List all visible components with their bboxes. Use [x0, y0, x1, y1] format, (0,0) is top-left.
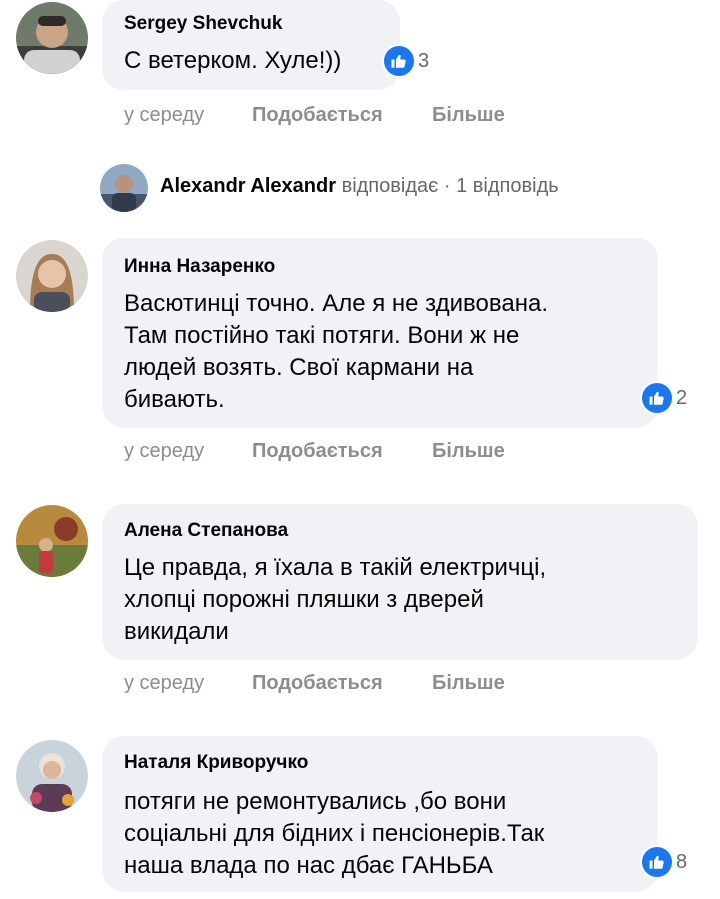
avatar-inna-nazarenko[interactable]	[16, 240, 88, 312]
comment-author[interactable]: Наталя Криворучко	[124, 752, 308, 774]
reaction-badge[interactable]: 3	[382, 44, 436, 78]
comment-actions: у середу Подобається Більше	[124, 440, 544, 466]
comment-text: потяги не ремонтувались ,бо вони соціаль…	[124, 788, 545, 879]
comment-author[interactable]: Инна Назаренко	[124, 256, 275, 278]
comment-actions: у середу Подобається Більше	[124, 672, 544, 698]
comment-author[interactable]: Алена Степанова	[124, 520, 288, 542]
avatar-alena-stepanova[interactable]	[16, 505, 88, 577]
comment-text: Васютинці точно. Але я не здивована. Там…	[124, 290, 548, 413]
comment-timestamp[interactable]: у середу	[124, 672, 204, 695]
reaction-badge[interactable]: 2	[640, 381, 694, 415]
comment-text: Це правда, я їхала в такій електричці, х…	[124, 554, 547, 645]
comment-author[interactable]: Sergey Shevchuk	[124, 13, 282, 35]
reaction-badge[interactable]: 8	[640, 845, 694, 879]
thumbs-up-icon	[384, 46, 414, 76]
reaction-count: 2	[676, 386, 688, 409]
reply-separator: ·	[443, 175, 451, 197]
like-button[interactable]: Подобається	[252, 440, 383, 463]
more-button[interactable]: Більше	[432, 440, 505, 463]
reply-author: Alexandr Alexandr	[160, 175, 336, 197]
thumbs-up-icon	[642, 847, 672, 877]
comment-timestamp[interactable]: у середу	[124, 104, 204, 127]
comment-timestamp[interactable]: у середу	[124, 440, 204, 463]
reply-verb: відповідає	[341, 175, 439, 197]
like-button[interactable]: Подобається	[252, 672, 383, 695]
reply-count: 1 відповідь	[456, 175, 559, 197]
comment-text: С ветерком. Хуле!))	[124, 47, 342, 74]
like-button[interactable]: Подобається	[252, 104, 383, 127]
thumbs-up-icon	[642, 383, 672, 413]
more-button[interactable]: Більше	[432, 672, 505, 695]
comment-actions: у середу Подобається Більше	[124, 104, 544, 130]
more-button[interactable]: Більше	[432, 104, 505, 127]
reaction-count: 3	[418, 49, 430, 72]
avatar-natalya-kryvoruchko[interactable]	[16, 740, 88, 812]
reply-thread-link[interactable]: Alexandr Alexandr відповідає · 1 відпові…	[160, 175, 559, 198]
reaction-count: 8	[676, 850, 688, 873]
avatar-alexandr[interactable]	[100, 164, 148, 212]
avatar-sergey-shevchuk[interactable]	[16, 2, 88, 74]
